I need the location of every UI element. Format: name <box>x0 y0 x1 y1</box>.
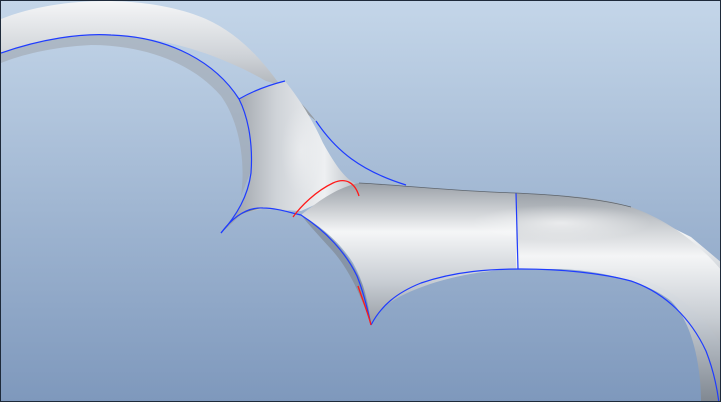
surface-highlight-2 <box>281 106 321 196</box>
cad-graphics-viewport[interactable] <box>0 0 721 402</box>
model-canvas[interactable] <box>1 1 721 402</box>
surface-highlight <box>471 205 651 241</box>
